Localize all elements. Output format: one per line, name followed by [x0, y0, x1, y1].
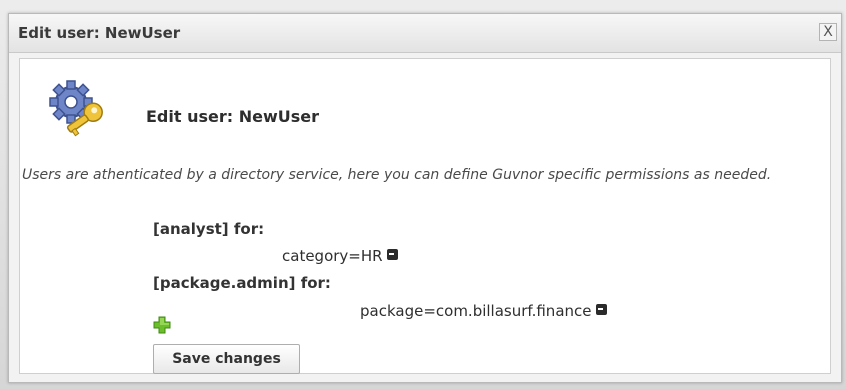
dialog-titlebar: Edit user: NewUser X: [9, 14, 841, 53]
remove-icon[interactable]: [386, 249, 398, 260]
permission-entry-package: package=com.billasurf.finance: [360, 302, 607, 320]
permission-target: category=HR: [282, 247, 383, 265]
page-title: Edit user: NewUser: [146, 107, 319, 126]
remove-icon[interactable]: [595, 304, 607, 315]
user-settings-icon: [49, 80, 103, 137]
role-label-analyst: [analyst] for:: [153, 220, 265, 238]
save-button[interactable]: Save changes: [153, 344, 300, 374]
plus-icon[interactable]: [153, 316, 171, 334]
description-text: Users are athenticated by a directory se…: [22, 167, 772, 183]
dialog-title: Edit user: NewUser: [18, 24, 181, 42]
close-icon[interactable]: X: [819, 23, 837, 41]
dialog-content: Edit user: NewUser Users are athenticate…: [19, 58, 831, 374]
permission-target: package=com.billasurf.finance: [360, 302, 592, 320]
role-label-package-admin: [package.admin] for:: [153, 274, 331, 292]
edit-user-dialog: Edit user: NewUser X Edit user: NewUser …: [8, 13, 842, 383]
permission-entry-category: category=HR: [282, 247, 398, 265]
